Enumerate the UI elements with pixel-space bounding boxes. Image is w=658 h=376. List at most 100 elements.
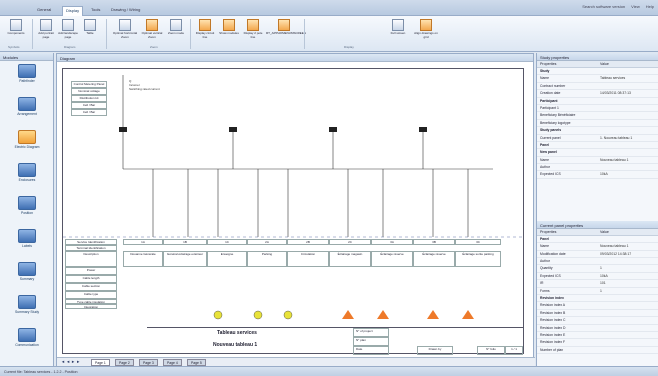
zoom-mode-button[interactable]: Zoom mode [166,19,186,36]
property-row[interactable]: Study [537,68,658,76]
incomer-text: Q Incomer Switching rated current [129,79,160,91]
property-row[interactable]: Author [537,164,658,172]
plan-number-label: N° plan [353,337,389,346]
page-nav-arrows[interactable]: ◄ ◄ ► ► [61,359,80,364]
property-row[interactable]: Revision index A [537,302,658,310]
display-2-pole-line-button[interactable]: Display 2 pole line [242,19,264,39]
property-key: Revision index D [540,325,566,330]
pathfinder-icon [18,64,36,78]
module-enclosures[interactable]: Enclosures [0,163,54,193]
full-screen-button[interactable]: Full screen [388,19,408,36]
page-tab-5[interactable]: Page 5 [187,359,206,366]
property-row[interactable]: Quantity 1 [537,265,658,273]
property-row[interactable]: Beneficiary Bénéficiaire [537,112,658,120]
view-menu[interactable]: View [631,4,640,9]
drawing-subtitle: Nouveau tableau 1 [213,342,258,348]
show-modules-button[interactable]: Show modules [218,19,240,36]
table-button[interactable]: Table [80,19,100,36]
align-on-grid-button[interactable]: Align drawings on grid [414,19,438,39]
circuit-id: 1B [163,239,207,245]
module-arrangement[interactable]: Arrangement [0,97,54,127]
property-row[interactable]: Revision index B [537,310,658,318]
search-version-link[interactable]: Search software version [582,4,625,9]
property-row[interactable]: Participant [537,98,658,105]
property-row[interactable]: Revision index F [537,339,658,347]
property-row[interactable]: Name Nouveau tableau 1 [537,243,658,251]
load-symbols [213,310,474,320]
property-key: Revision index B [540,310,566,315]
property-key: Name [540,76,550,81]
optimal-vertical-zoom-button[interactable]: Optimal vertical Zoom [140,19,164,39]
property-row[interactable]: Panel [537,142,658,150]
single-line-diagram [63,75,525,238]
property-row[interactable]: Expected ICS 10kA [537,171,658,179]
property-row[interactable]: Participant 1 [537,105,658,113]
drawing-sheet[interactable]: Control Metering Panel Nominal voltage D… [62,68,525,355]
display-circuit-line-button[interactable]: Display circuit line [194,19,216,39]
property-key: Contract number [540,83,566,88]
property-row[interactable]: Panel [537,236,658,244]
page-tab-3[interactable]: Page 3 [139,359,158,366]
property-row[interactable]: Forms 1 [537,288,658,295]
module-summary[interactable]: Summary [0,262,54,292]
diagram-panel-title: Diagram [57,54,533,62]
property-value: 10kA [600,273,608,278]
property-row[interactable]: Author [537,258,658,266]
table-header-cell: Cable length [65,275,117,283]
property-row[interactable]: Name Tableau services [537,75,658,83]
study-properties-header: Properties Value [537,61,658,68]
property-value [597,149,657,155]
property-row[interactable]: Revision index C [537,317,658,325]
apphome-screen-button[interactable]: RT_APPHOMENUMSCREEN [266,19,306,36]
tab-general[interactable]: General [34,6,54,16]
property-row[interactable]: Current panel 1. Nouveau tableau 1 [537,135,658,142]
module-communication[interactable]: Communication [0,328,54,358]
components-button[interactable]: Components [6,19,26,36]
property-row[interactable]: Revision index E [537,332,658,340]
tab-drawing-wiring[interactable]: Drawing / Wiring [108,6,143,16]
add-landscape-page-button[interactable]: Add landscape page [58,19,78,39]
property-row[interactable]: IR 101 [537,280,658,288]
page-tab-1[interactable]: Page 1 [91,359,110,366]
table-header-cell: Cable type [65,291,117,299]
summary-icon [18,262,36,276]
drawing-title: Tableau services [217,330,257,336]
tab-display[interactable]: Display [62,6,84,16]
module-summary-study[interactable]: Summary Study [0,295,54,325]
property-row[interactable]: Revision index D [537,325,658,332]
optimal-horizontal-zoom-button[interactable]: Optimal horizontal Zoom [112,19,138,39]
ribbon-tab-bar: General Display Tools Drawing / Wiring S… [0,0,658,16]
panel-properties-grid: Panel Name Nouveau tableau 1 Modification d… [537,236,658,355]
property-key: Panel [540,236,550,241]
property-row[interactable]: Modification date 09/03/2012 14:38:17 [537,251,658,259]
module-labels[interactable]: Labels [0,229,54,259]
property-key: Current panel [540,135,561,140]
property-value [597,302,657,308]
modules-icon [223,19,235,31]
property-row[interactable]: Number of plan [537,347,658,355]
property-value: Nouveau tableau 1 [600,157,629,162]
page-tab-2[interactable]: Page 2 [115,359,134,366]
property-row[interactable]: Creation date 14/03/2011 08:37:13 [537,90,658,98]
ribbon-toolbar: Components Add portrait page Add landsca… [0,16,658,52]
module-pathfinder[interactable]: Pathfinder [0,64,54,94]
property-row[interactable]: Revision index [537,295,658,303]
module-electric-diagram[interactable]: Electric Diagram [0,130,54,160]
modules-panel-title: Modules [0,53,53,61]
landscape-page-icon [62,19,74,31]
circuit-desc: Enseigne [207,251,247,267]
property-value [597,68,657,74]
help-menu[interactable]: Help [646,4,654,9]
tab-tools[interactable]: Tools [88,6,103,16]
page-tab-4[interactable]: Page 4 [163,359,182,366]
property-row[interactable]: Beneficiary logotype [537,120,658,128]
property-row[interactable]: Name Nouveau tableau 1 [537,157,658,165]
property-row[interactable]: Contract number [537,83,658,91]
property-row[interactable]: New panel [537,149,658,157]
property-row[interactable]: Study panels [537,127,658,135]
add-portrait-page-button[interactable]: Add portrait page [36,19,56,39]
circuit-id: 3C [455,239,501,245]
property-row[interactable]: Expected ICS 10kA [537,273,658,281]
module-position[interactable]: Position [0,196,54,226]
property-key: Number of plan [540,347,564,352]
